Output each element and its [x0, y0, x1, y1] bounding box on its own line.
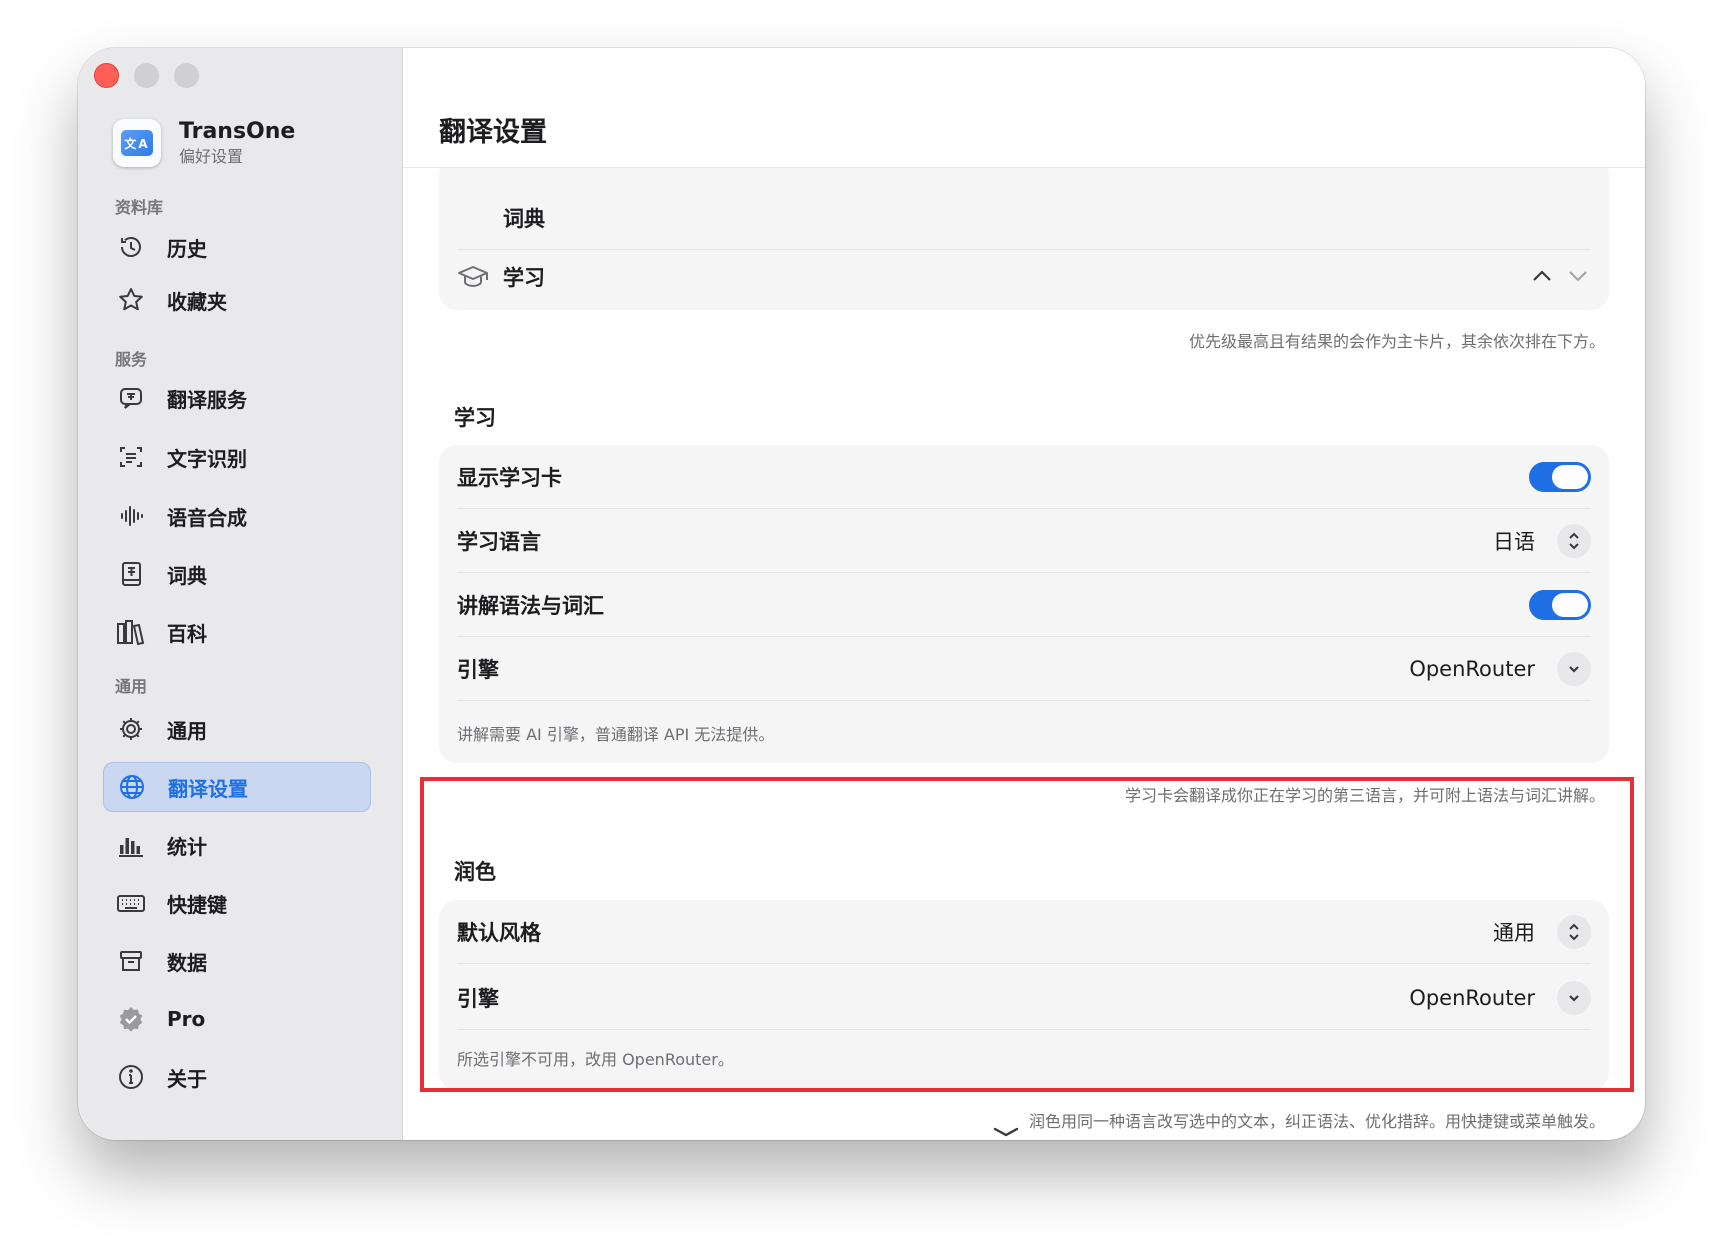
priority-row-dictionary[interactable]: 词典 [457, 186, 1591, 250]
sidebar-item-statistics[interactable]: 统计 [103, 820, 371, 870]
priority-row-label: 词典 [503, 206, 545, 231]
info-icon [114, 1060, 148, 1094]
keyboard-icon [114, 886, 148, 920]
learning-engine-value: OpenRouter [1409, 656, 1535, 681]
sidebar-item-label: 词典 [167, 563, 207, 588]
seal-check-icon [114, 1002, 148, 1036]
sidebar-item-shortcuts[interactable]: 快捷键 [103, 878, 371, 928]
sidebar-item-translation-services[interactable]: 翻译服务 [103, 373, 371, 423]
chevron-down-icon [1557, 651, 1591, 686]
explain-grammar-toggle[interactable] [1529, 589, 1591, 620]
app-icon-glyph: 文A [121, 130, 153, 156]
priority-row-label: 学习 [503, 266, 545, 290]
window-controls [94, 63, 199, 88]
up-down-chevron-icon [1557, 523, 1591, 558]
learning-card: 显示学习卡 学习语言 日语 讲解语法与词汇 引擎 OpenRouter 讲解需要… [439, 445, 1609, 763]
history-clock-icon [114, 230, 148, 264]
sidebar-item-pro[interactable]: Pro [103, 994, 371, 1044]
learning-engine-label: 引擎 [457, 657, 499, 682]
waveform-icon [114, 499, 148, 533]
learning-language-value: 日语 [1493, 529, 1535, 554]
sidebar-item-history[interactable]: 历史 [103, 222, 371, 272]
app-subtitle: 偏好设置 [179, 147, 244, 166]
priority-card: 词典 学习 [439, 158, 1609, 310]
dictionary-book-icon [114, 557, 148, 591]
learning-engine-row: 引擎 OpenRouter [457, 637, 1591, 701]
move-down-chevron-icon[interactable] [1567, 268, 1589, 287]
sidebar-section-services: 服务 [115, 350, 148, 369]
sidebar-item-label: 通用 [167, 718, 207, 743]
priority-row-learning[interactable]: 学习 [457, 245, 1591, 309]
sidebar-item-translation-settings[interactable]: 翻译设置 [103, 762, 371, 812]
graduation-cap-icon [457, 263, 489, 291]
sidebar-item-label: 文字识别 [167, 446, 247, 471]
zoom-window-button[interactable] [174, 63, 199, 88]
globe-icon [115, 770, 149, 804]
show-learning-card-row: 显示学习卡 [457, 445, 1591, 509]
sidebar-item-label: Pro [167, 1007, 206, 1031]
sidebar-item-label: 翻译设置 [168, 776, 248, 801]
sidebar-item-data[interactable]: 数据 [103, 936, 371, 986]
sidebar-item-text-recognition[interactable]: 文字识别 [103, 432, 371, 482]
app-name: TransOne [179, 119, 296, 144]
sidebar-section-library: 资料库 [115, 198, 164, 217]
sidebar-item-label: 语音合成 [167, 505, 247, 530]
sidebar-section-general: 通用 [115, 677, 148, 696]
move-up-chevron-icon[interactable] [1531, 268, 1553, 287]
books-icon [114, 615, 148, 649]
app-window: 文A TransOne 偏好设置 资料库 历史 收藏夹 服务 翻译服务 文字识别… [78, 48, 1645, 1140]
show-learning-card-label: 显示学习卡 [457, 465, 562, 490]
highlight-box [420, 777, 1634, 1092]
minimize-window-button[interactable] [134, 63, 159, 88]
learning-engine-note: 讲解需要 AI 引擎，普通翻译 API 无法提供。 [457, 725, 775, 744]
star-icon [114, 283, 148, 317]
sidebar-item-label: 收藏夹 [167, 289, 227, 314]
learning-section-title: 学习 [454, 406, 496, 430]
gear-icon [114, 712, 148, 746]
sidebar-item-general[interactable]: 通用 [103, 704, 371, 754]
polish-footnote: 润色用同一种语言改写选中的文本，纠正语法、优化措辞。用快捷键或菜单触发。 [1028, 1112, 1605, 1131]
translate-bubble-icon [114, 381, 148, 415]
sidebar-item-label: 历史 [167, 236, 207, 261]
main-header: 翻译设置 [403, 48, 1645, 168]
page-title: 翻译设置 [439, 117, 547, 148]
learning-engine-select[interactable]: OpenRouter [1409, 651, 1591, 686]
sidebar-item-speech-synthesis[interactable]: 语音合成 [103, 491, 371, 541]
app-icon: 文A [113, 119, 161, 167]
sidebar-item-label: 数据 [167, 950, 207, 975]
text-scan-icon [114, 440, 148, 474]
close-window-button[interactable] [94, 63, 119, 88]
archive-box-icon [114, 944, 148, 978]
sidebar-item-label: 关于 [167, 1066, 207, 1091]
bar-chart-icon [114, 828, 148, 862]
explain-grammar-row: 讲解语法与词汇 [457, 573, 1591, 637]
sidebar-item-dictionary[interactable]: 词典 [103, 549, 371, 599]
scroll-down-chevron-icon[interactable] [993, 1122, 1019, 1140]
sidebar-item-encyclopedia[interactable]: 百科 [103, 607, 371, 657]
sidebar-item-label: 百科 [167, 621, 207, 646]
learning-language-select[interactable]: 日语 [1493, 523, 1591, 558]
show-learning-card-toggle[interactable] [1529, 461, 1591, 492]
sidebar-item-label: 统计 [167, 834, 207, 859]
sidebar-item-label: 翻译服务 [167, 387, 247, 412]
sidebar-item-label: 快捷键 [167, 892, 227, 917]
sidebar-item-about[interactable]: 关于 [103, 1052, 371, 1102]
priority-footnote: 优先级最高且有结果的会作为主卡片，其余依次排在下方。 [1188, 332, 1605, 351]
sidebar-item-favorites[interactable]: 收藏夹 [103, 275, 371, 325]
sidebar: 文A TransOne 偏好设置 资料库 历史 收藏夹 服务 翻译服务 文字识别… [78, 48, 403, 1140]
main-pane: 翻译设置 词典 学习 优先级最高且有结果的会作为主卡片，其余依次排在下方。 学习… [403, 48, 1645, 1140]
learning-language-label: 学习语言 [457, 529, 541, 554]
app-header: 文A TransOne 偏好设置 [113, 119, 295, 167]
learning-language-row: 学习语言 日语 [457, 509, 1591, 573]
explain-grammar-label: 讲解语法与词汇 [457, 593, 604, 618]
